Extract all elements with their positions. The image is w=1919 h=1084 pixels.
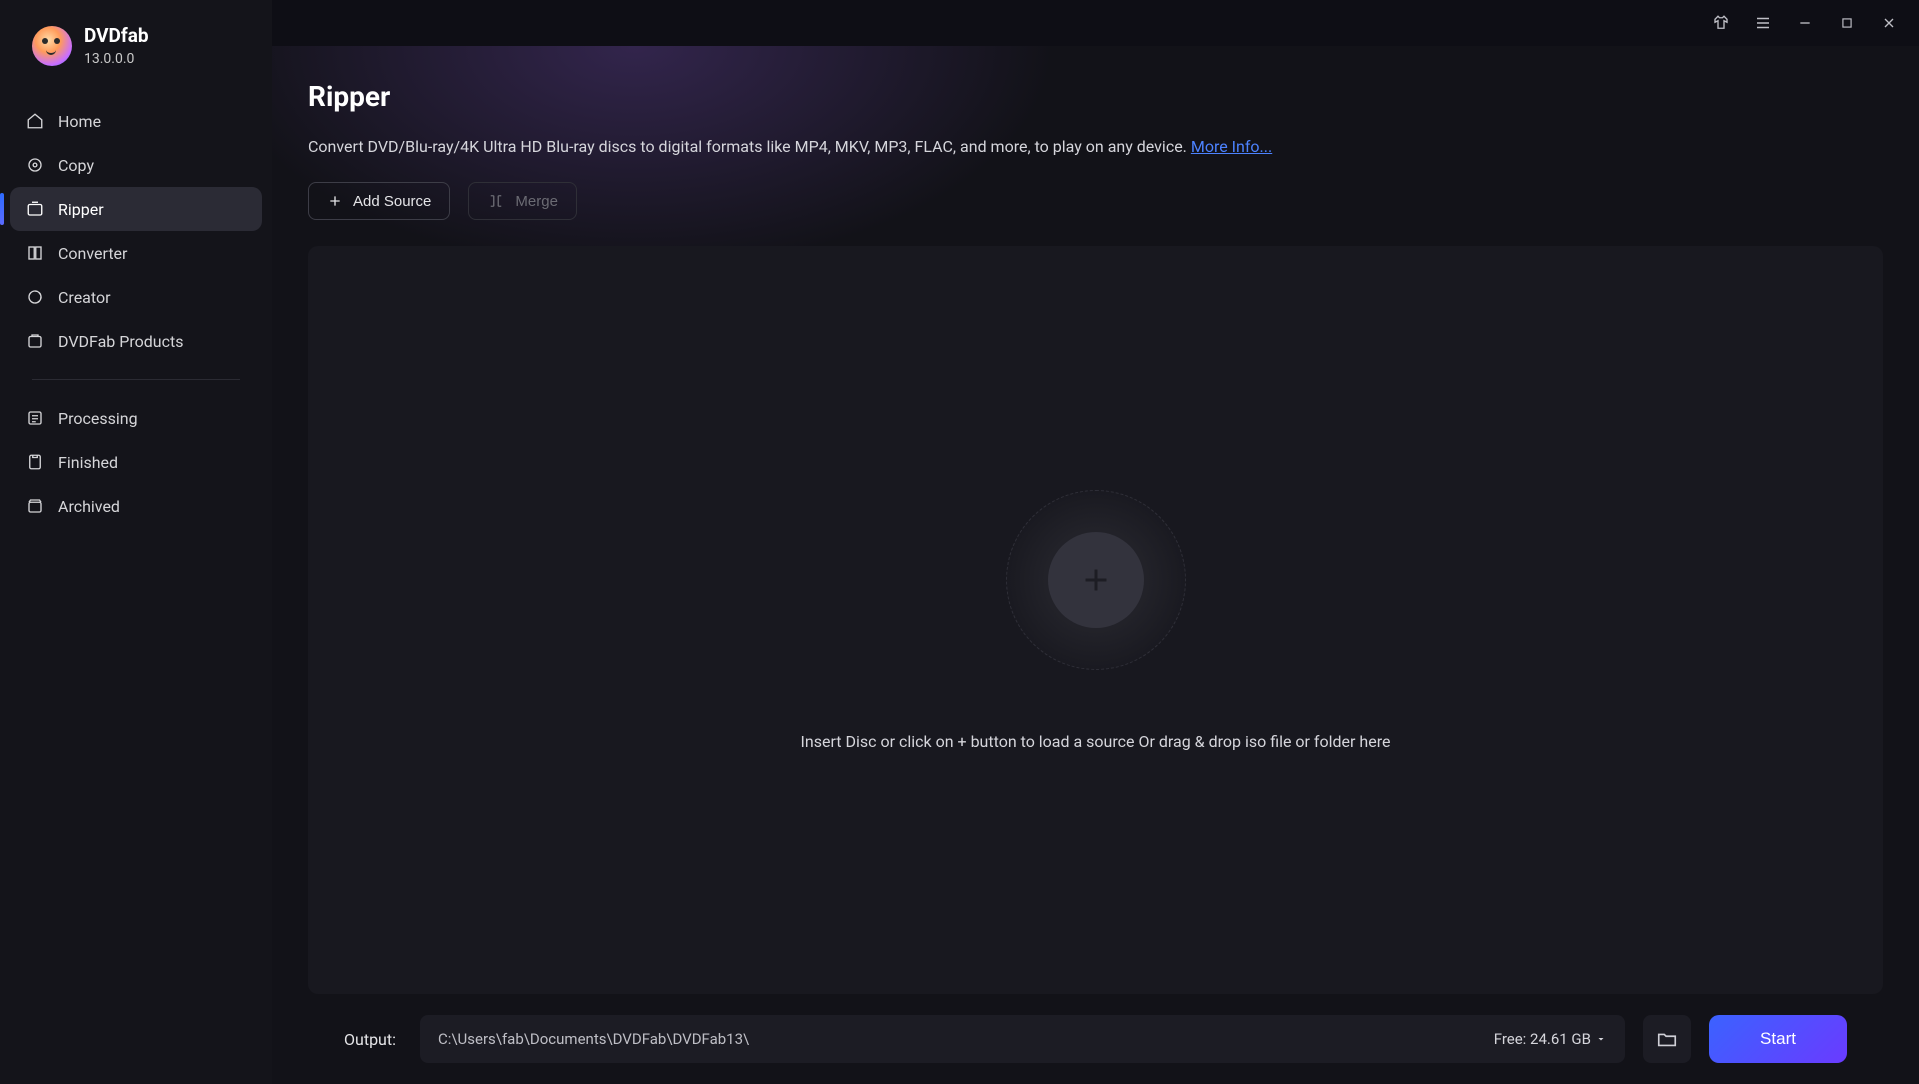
- ripper-icon: [26, 200, 44, 218]
- sidebar-item-label: Ripper: [58, 200, 104, 219]
- sidebar-item-label: Finished: [58, 453, 118, 472]
- folder-icon: [1656, 1028, 1678, 1050]
- content: Ripper Convert DVD/Blu-ray/4K Ultra HD B…: [272, 46, 1919, 1084]
- start-label: Start: [1760, 1029, 1796, 1049]
- titlebar: [272, 0, 1919, 46]
- add-source-label: Add Source: [353, 193, 431, 210]
- nav-divider: [32, 379, 240, 380]
- merge-icon: [487, 192, 505, 210]
- dropzone[interactable]: Insert Disc or click on + button to load…: [308, 246, 1883, 994]
- page-description: Convert DVD/Blu-ray/4K Ultra HD Blu-ray …: [308, 137, 1883, 156]
- sidebar-item-label: Copy: [58, 156, 94, 175]
- dropzone-plus-button[interactable]: [1048, 532, 1144, 628]
- skin-icon[interactable]: [1709, 11, 1733, 35]
- add-source-button[interactable]: Add Source: [308, 182, 450, 220]
- start-button[interactable]: Start: [1709, 1015, 1847, 1063]
- output-box[interactable]: C:\Users\fab\Documents\DVDFab\DVDFab13\ …: [420, 1015, 1625, 1063]
- output-free-label: Free: 24.61 GB: [1494, 1030, 1591, 1048]
- output-label: Output:: [344, 1030, 396, 1049]
- dropzone-hint: Insert Disc or click on + button to load…: [801, 732, 1391, 751]
- sidebar-item-products[interactable]: DVDFab Products: [10, 319, 262, 363]
- archived-icon: [26, 497, 44, 515]
- brand: DVDfab 13.0.0.0: [0, 24, 272, 91]
- products-icon: [26, 332, 44, 350]
- output-free[interactable]: Free: 24.61 GB: [1494, 1030, 1607, 1048]
- home-icon: [26, 112, 44, 130]
- merge-label: Merge: [515, 193, 558, 210]
- brand-version: 13.0.0.0: [84, 51, 149, 67]
- sidebar-item-converter[interactable]: Converter: [10, 231, 262, 275]
- close-icon[interactable]: [1877, 11, 1901, 35]
- chevron-down-icon: [1595, 1033, 1607, 1045]
- sidebar: DVDfab 13.0.0.0 Home Copy Ripper: [0, 0, 272, 1084]
- main: Ripper Convert DVD/Blu-ray/4K Ultra HD B…: [272, 0, 1919, 1084]
- plus-icon: [327, 193, 343, 209]
- sidebar-item-label: Creator: [58, 288, 111, 307]
- minimize-icon[interactable]: [1793, 11, 1817, 35]
- sidebar-item-archived[interactable]: Archived: [10, 484, 262, 528]
- creator-icon: [26, 288, 44, 306]
- sidebar-item-finished[interactable]: Finished: [10, 440, 262, 484]
- sidebar-item-processing[interactable]: Processing: [10, 396, 262, 440]
- sidebar-item-copy[interactable]: Copy: [10, 143, 262, 187]
- open-folder-button[interactable]: [1643, 1015, 1691, 1063]
- sidebar-item-creator[interactable]: Creator: [10, 275, 262, 319]
- page-description-text: Convert DVD/Blu-ray/4K Ultra HD Blu-ray …: [308, 137, 1191, 156]
- action-bar: Add Source Merge: [308, 182, 1883, 220]
- menu-icon[interactable]: [1751, 11, 1775, 35]
- brand-name: DVDfab: [84, 24, 149, 47]
- maximize-icon[interactable]: [1835, 11, 1859, 35]
- page-title: Ripper: [308, 80, 1883, 113]
- app-logo: [32, 26, 72, 66]
- more-info-link[interactable]: More Info...: [1191, 137, 1272, 156]
- nav-primary: Home Copy Ripper Converter Creator: [0, 91, 272, 536]
- sidebar-item-home[interactable]: Home: [10, 99, 262, 143]
- converter-icon: [26, 244, 44, 262]
- finished-icon: [26, 453, 44, 471]
- plus-large-icon: [1078, 562, 1114, 598]
- sidebar-item-label: Converter: [58, 244, 127, 263]
- copy-icon: [26, 156, 44, 174]
- sidebar-item-ripper[interactable]: Ripper: [10, 187, 262, 231]
- sidebar-item-label: DVDFab Products: [58, 332, 183, 351]
- output-path: C:\Users\fab\Documents\DVDFab\DVDFab13\: [438, 1030, 749, 1048]
- sidebar-item-label: Processing: [58, 409, 138, 428]
- processing-icon: [26, 409, 44, 427]
- sidebar-item-label: Home: [58, 112, 101, 131]
- footer: Output: C:\Users\fab\Documents\DVDFab\DV…: [308, 994, 1883, 1084]
- sidebar-item-label: Archived: [58, 497, 120, 516]
- merge-button: Merge: [468, 182, 577, 220]
- dropzone-circle: [1006, 490, 1186, 670]
